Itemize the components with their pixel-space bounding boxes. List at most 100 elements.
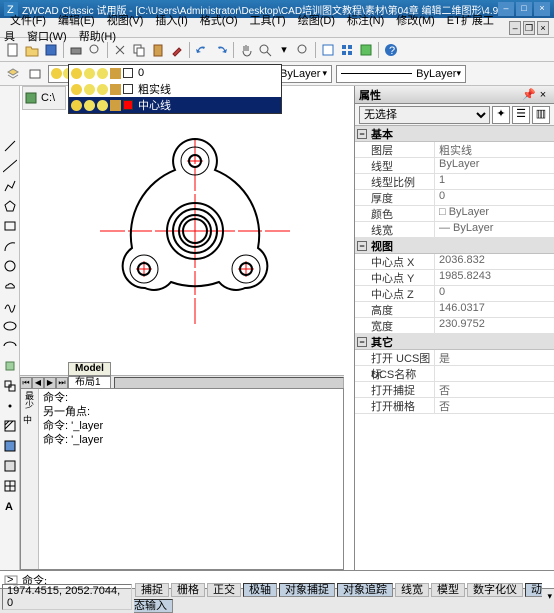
close-panel-button[interactable]: × (536, 89, 550, 101)
prop-row[interactable]: 打开栅格否 (355, 398, 554, 414)
tab-prev-button[interactable]: ◀ (32, 377, 44, 389)
layer-dropdown-list[interactable]: 0粗实线中心线 (68, 64, 282, 114)
menu-格式[interactable]: 格式(O) (194, 13, 244, 29)
menu-绘图[interactable]: 绘图(D) (292, 13, 341, 29)
hscrollbar[interactable] (114, 377, 344, 389)
coordinates-display[interactable]: 1974.4515, 2052.7044, 0 (2, 584, 132, 610)
match-button[interactable] (168, 41, 186, 59)
prop-category[interactable]: −其它 (355, 334, 554, 350)
status-捕捉[interactable]: 捕捉 (135, 583, 169, 597)
prop-row[interactable]: 中心点 X2036.832 (355, 254, 554, 270)
pline-tool[interactable] (1, 177, 19, 195)
tab-next-button[interactable]: ▶ (44, 377, 56, 389)
toolpalette-button[interactable] (357, 41, 375, 59)
xline-tool[interactable] (1, 157, 19, 175)
drawing-tree-tab[interactable]: C:\ (22, 86, 66, 110)
layer-row[interactable]: 粗实线 (69, 81, 281, 97)
prop-row[interactable]: 颜色□ ByLayer (355, 206, 554, 222)
status-对象追踪[interactable]: 对象追踪 (337, 583, 393, 597)
copy-button[interactable] (130, 41, 148, 59)
prop-row[interactable]: 厚度0 (355, 190, 554, 206)
close-button[interactable]: × (534, 2, 550, 16)
command-window[interactable]: 最少 中 命令:另一角点:命令: '_layer命令: '_layer (20, 388, 344, 570)
spline-tool[interactable] (1, 297, 19, 315)
table-tool[interactable] (1, 477, 19, 495)
print-button[interactable] (67, 41, 85, 59)
tab-last-button[interactable]: ⏭ (56, 377, 68, 389)
prop-row[interactable]: 线型ByLayer (355, 158, 554, 174)
pickadd-button[interactable]: ☰ (512, 106, 530, 124)
status-线宽[interactable]: 线宽 (395, 583, 429, 597)
rect-tool[interactable] (1, 217, 19, 235)
mdi-restore-button[interactable]: ❐ (523, 21, 535, 35)
selection-combo[interactable]: 无选择 (359, 106, 490, 124)
layer-row[interactable]: 0 (69, 65, 281, 81)
quickselect-button[interactable]: ✦ (492, 106, 510, 124)
prop-row[interactable]: UCS名称 (355, 366, 554, 382)
tab-first-button[interactable]: ⏮ (20, 377, 32, 389)
open-button[interactable] (23, 41, 41, 59)
mdi-minimize-button[interactable]: – (509, 21, 521, 35)
revcloud-tool[interactable] (1, 277, 19, 295)
properties-button[interactable] (319, 41, 337, 59)
region-tool[interactable] (1, 457, 19, 475)
line-tool[interactable] (1, 137, 19, 155)
ellipsearc-tool[interactable] (1, 337, 19, 355)
sheet-tab-Model[interactable]: Model (68, 362, 111, 376)
status-数字化仪[interactable]: 数字化仪 (467, 583, 523, 597)
prop-row[interactable]: 线宽— ByLayer (355, 222, 554, 238)
prop-row[interactable]: 高度146.0317 (355, 302, 554, 318)
zoom-prev-button[interactable] (294, 41, 312, 59)
status-正交[interactable]: 正交 (207, 583, 241, 597)
pin-icon[interactable]: 📌 (522, 88, 536, 101)
designcenter-button[interactable] (338, 41, 356, 59)
arc-tool[interactable] (1, 237, 19, 255)
selectobj-button[interactable]: ▥ (532, 106, 550, 124)
layer-state-button[interactable] (26, 65, 44, 83)
prop-row[interactable]: 中心点 Y1985.8243 (355, 270, 554, 286)
prop-row[interactable]: 中心点 Z0 (355, 286, 554, 302)
status-栅格[interactable]: 栅格 (171, 583, 205, 597)
status-模型[interactable]: 模型 (431, 583, 465, 597)
circle-tool[interactable] (1, 257, 19, 275)
collapse-icon[interactable]: − (357, 129, 367, 139)
prop-row[interactable]: 宽度230.9752 (355, 318, 554, 334)
undo-button[interactable] (193, 41, 211, 59)
pan-button[interactable] (237, 41, 255, 59)
collapse-icon[interactable]: − (357, 241, 367, 251)
preview-button[interactable] (86, 41, 104, 59)
hatch-tool[interactable] (1, 417, 19, 435)
status-对象捕捉[interactable]: 对象捕捉 (279, 583, 335, 597)
menu-标注[interactable]: 标注(N) (341, 13, 390, 29)
menu-编辑[interactable]: 编辑(E) (52, 13, 101, 29)
prop-category[interactable]: −基本 (355, 126, 554, 142)
zoom-realtime-button[interactable] (256, 41, 274, 59)
prop-row[interactable]: 线型比例1 (355, 174, 554, 190)
redo-button[interactable] (212, 41, 230, 59)
makeblock-tool[interactable] (1, 377, 19, 395)
menu-文件[interactable]: 文件(F) (4, 13, 52, 29)
properties-grid[interactable]: −基本图层粗实线线型ByLayer线型比例1厚度0颜色□ ByLayer线宽— … (355, 126, 554, 570)
new-button[interactable] (4, 41, 22, 59)
linetype-combo[interactable]: ByLayer ▾ (336, 65, 466, 83)
mdi-close-button[interactable]: × (537, 21, 549, 35)
mtext-tool[interactable]: A (1, 497, 19, 515)
menu-修改[interactable]: 修改(M) (390, 13, 441, 29)
prop-category[interactable]: −视图 (355, 238, 554, 254)
help-button[interactable]: ? (382, 41, 400, 59)
gradient-tool[interactable] (1, 437, 19, 455)
menu-视图[interactable]: 视图(V) (101, 13, 150, 29)
zoom-window-button[interactable]: ▾ (275, 41, 293, 59)
save-button[interactable] (42, 41, 60, 59)
menu-插入[interactable]: 插入(I) (149, 13, 193, 29)
layer-row[interactable]: 中心线 (69, 97, 281, 113)
prop-row[interactable]: 打开 UCS图标是 (355, 350, 554, 366)
menu-工具[interactable]: 工具(T) (244, 13, 292, 29)
prop-row[interactable]: 打开捕捉否 (355, 382, 554, 398)
paste-button[interactable] (149, 41, 167, 59)
polygon-tool[interactable] (1, 197, 19, 215)
collapse-icon[interactable]: − (357, 337, 367, 347)
point-tool[interactable] (1, 397, 19, 415)
layer-manager-button[interactable] (4, 65, 22, 83)
cut-button[interactable] (111, 41, 129, 59)
